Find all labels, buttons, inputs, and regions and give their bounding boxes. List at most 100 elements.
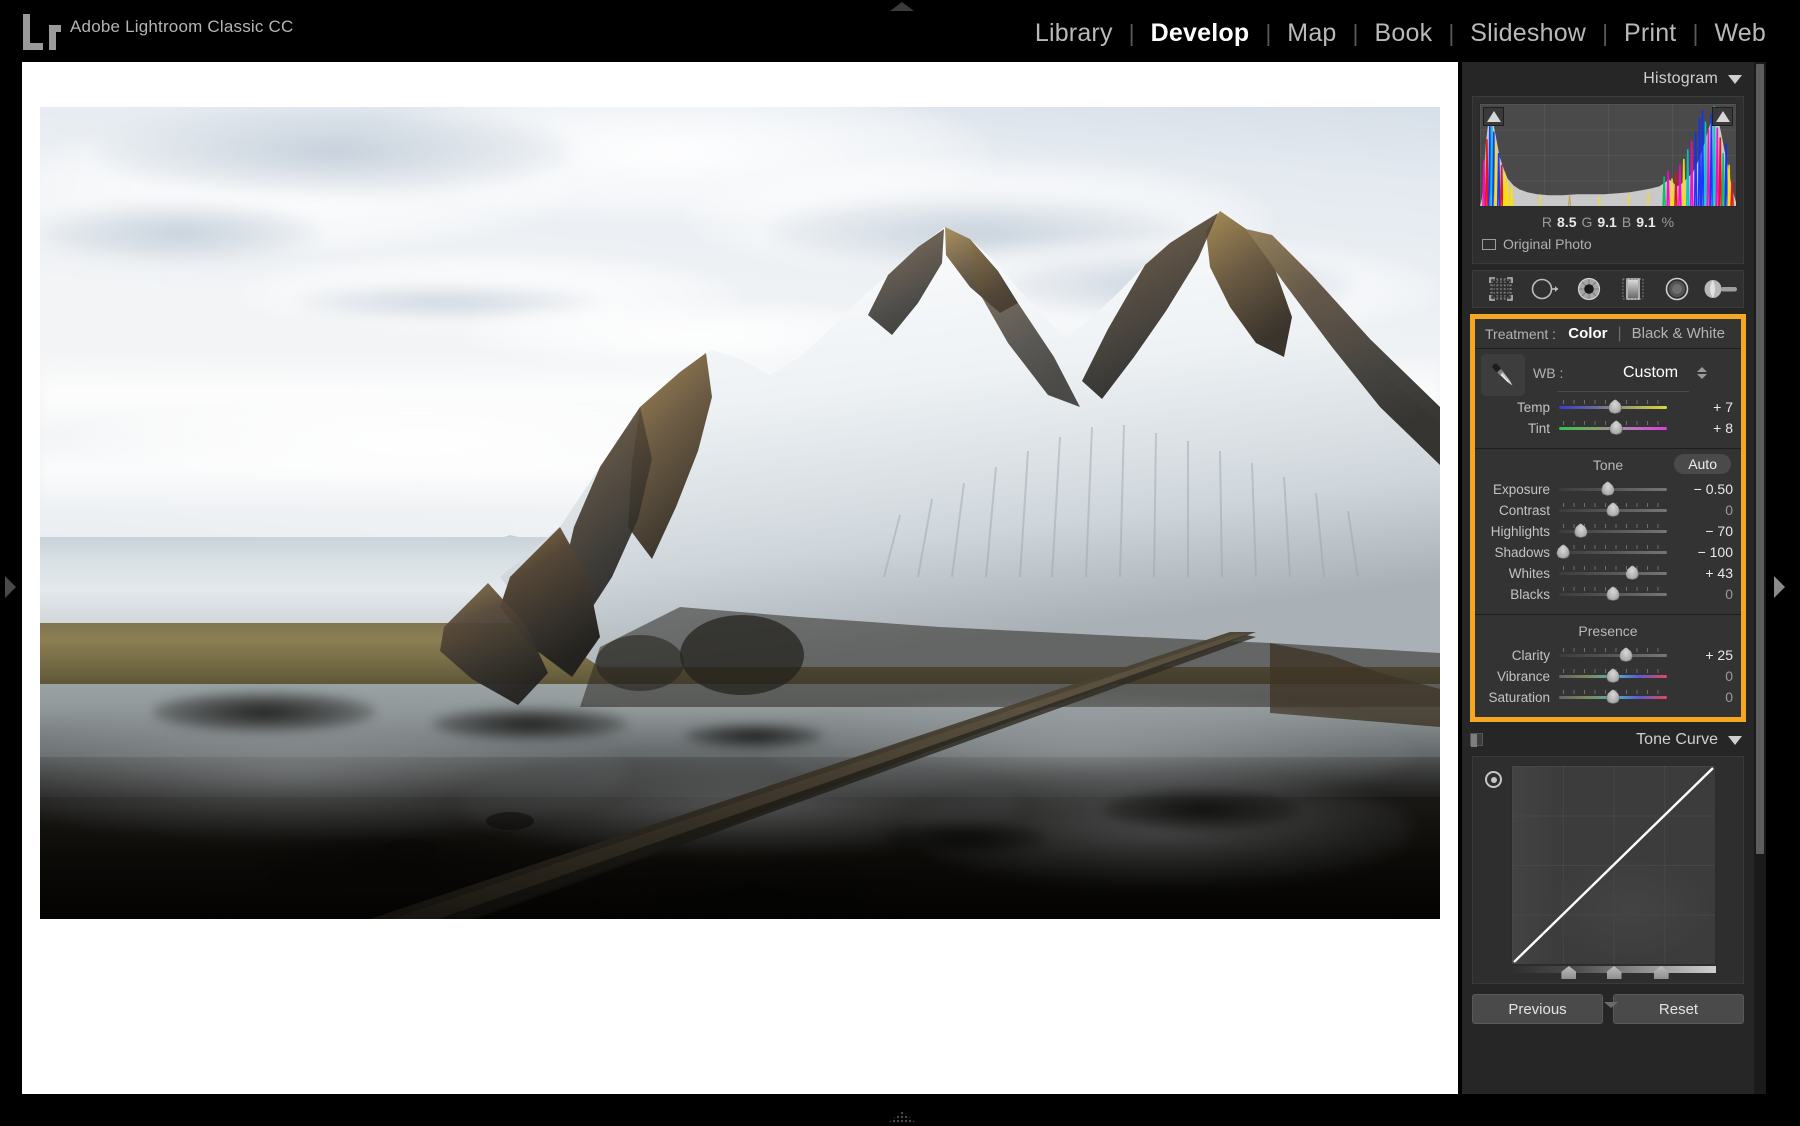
slider-track[interactable]	[1559, 648, 1667, 662]
content-frame	[22, 62, 1458, 1094]
white-balance-selector-icon[interactable]	[1481, 354, 1525, 396]
slider-track[interactable]	[1559, 503, 1667, 517]
slider-value[interactable]: + 43	[1671, 565, 1733, 581]
slider-label: Contrast	[1475, 503, 1559, 518]
wb-stepper-icon[interactable]	[1697, 367, 1707, 379]
slider-track[interactable]	[1559, 545, 1667, 559]
module-library[interactable]: Library	[1019, 21, 1129, 46]
shadow-clipping-triangle-icon[interactable]	[1483, 107, 1504, 126]
photo-viewport[interactable]	[40, 107, 1440, 919]
histogram-plot[interactable]	[1479, 103, 1737, 207]
slider-value[interactable]: 0	[1671, 689, 1733, 705]
module-develop[interactable]: Develop	[1135, 21, 1266, 46]
auto-tone-button[interactable]: Auto	[1674, 454, 1731, 474]
graduated-filter-tool[interactable]	[1611, 271, 1655, 307]
spot-removal-tool[interactable]	[1523, 271, 1567, 307]
slider-value[interactable]: + 7	[1671, 399, 1733, 415]
tone-curve-title: Tone Curve	[1636, 731, 1718, 749]
tone-curve-panel-header[interactable]: Tone Curve	[1462, 724, 1754, 756]
treatment-row: Treatment : Color|Black & White	[1475, 319, 1741, 349]
slider-track[interactable]	[1559, 400, 1667, 414]
slider-tint[interactable]: Tint + 8	[1475, 418, 1741, 438]
right-panel-scrollbar[interactable]	[1754, 62, 1766, 1094]
module-picker: Library|Develop|Map|Book|Slideshow|Print…	[1019, 21, 1782, 46]
slider-value[interactable]: 0	[1671, 668, 1733, 684]
tone-title: Tone	[1593, 457, 1623, 473]
highlight-clipping-triangle-icon[interactable]	[1712, 107, 1733, 126]
slider-value[interactable]: 0	[1671, 586, 1733, 602]
scrollbar-thumb[interactable]	[1756, 64, 1764, 854]
tone-title-row: Tone Auto	[1475, 456, 1741, 478]
chevron-down-icon[interactable]	[1728, 75, 1742, 84]
filmstrip-grip-icon[interactable]	[888, 1111, 916, 1123]
slider-contrast[interactable]: Contrast 0	[1475, 500, 1741, 520]
slider-whites[interactable]: Whites + 43	[1475, 563, 1741, 583]
slider-track[interactable]	[1559, 524, 1667, 538]
module-book[interactable]: Book	[1359, 21, 1449, 46]
module-web[interactable]: Web	[1698, 21, 1782, 46]
title-bar: Adobe Lightroom Classic CC Library|Devel…	[0, 0, 1800, 62]
tone-curve-switch-icon[interactable]	[1470, 733, 1483, 746]
previous-button[interactable]: Previous	[1472, 994, 1603, 1024]
collapse-top-panel-arrow-icon[interactable]	[890, 2, 914, 12]
slider-shadows[interactable]: Shadows− 100	[1475, 542, 1741, 562]
slider-knob[interactable]	[1601, 481, 1615, 496]
tone-curve-region-sliders[interactable]	[1511, 965, 1716, 979]
slider-value[interactable]: 0	[1671, 502, 1733, 518]
show-right-panel-arrow-icon[interactable]	[1774, 576, 1785, 598]
histogram-panel-header[interactable]: Histogram	[1462, 62, 1754, 96]
treatment-label: Treatment :	[1485, 326, 1556, 342]
slider-temp[interactable]: Temp+ 7	[1475, 397, 1741, 417]
slider-track[interactable]	[1559, 587, 1667, 601]
slider-label: Tint	[1475, 421, 1559, 436]
slider-rail	[1559, 572, 1667, 575]
slider-ticks	[1563, 648, 1663, 652]
slider-track[interactable]	[1559, 690, 1667, 704]
module-map[interactable]: Map	[1271, 21, 1352, 46]
rgb-r-label: R	[1542, 214, 1552, 230]
wb-value[interactable]: Custom	[1623, 364, 1678, 382]
radial-filter-tool[interactable]	[1655, 271, 1699, 307]
slider-value[interactable]: − 0.50	[1671, 481, 1733, 497]
chevron-down-icon[interactable]	[1728, 736, 1742, 745]
slider-blacks[interactable]: Blacks0	[1475, 584, 1741, 604]
crop-overlay-tool[interactable]	[1479, 271, 1523, 307]
slider-label: Vibrance	[1475, 669, 1559, 684]
red-eye-correction-tool[interactable]	[1567, 271, 1611, 307]
slider-track[interactable]	[1559, 482, 1667, 496]
slider-label: Saturation	[1475, 690, 1559, 705]
original-photo-row[interactable]: Original Photo	[1479, 233, 1737, 257]
show-left-panel-arrow-icon[interactable]	[5, 576, 16, 598]
slider-track[interactable]	[1559, 669, 1667, 683]
treatment-option-color[interactable]: Color	[1568, 325, 1607, 342]
slider-track[interactable]	[1559, 566, 1667, 580]
right-panel: Histogram	[1462, 62, 1754, 1094]
presence-section: Presence Clarity+ 25 Vibrance 0 Saturation 0	[1475, 615, 1741, 717]
slider-clarity[interactable]: Clarity+ 25	[1475, 645, 1741, 665]
slider-value[interactable]: + 8	[1671, 420, 1733, 436]
slider-label: Whites	[1475, 566, 1559, 581]
slider-track[interactable]	[1559, 421, 1667, 435]
tone-curve-graph[interactable]	[1511, 765, 1716, 965]
histogram-box: R 8.5 G 9.1 B 9.1 % Original Photo	[1472, 96, 1744, 264]
rgb-b-label: B	[1622, 214, 1631, 230]
module-print[interactable]: Print	[1608, 21, 1692, 46]
treatment-option-black-white[interactable]: Black & White	[1632, 325, 1725, 342]
reset-button[interactable]: Reset	[1613, 994, 1744, 1024]
rgb-unit: %	[1662, 214, 1674, 230]
slider-value[interactable]: + 25	[1671, 647, 1733, 663]
histogram-title: Histogram	[1643, 70, 1718, 88]
tone-curve-line	[1512, 766, 1715, 964]
app-title: Adobe Lightroom Classic CC	[70, 17, 293, 37]
slider-vibrance[interactable]: Vibrance 0	[1475, 666, 1741, 686]
original-photo-checkbox-icon[interactable]	[1482, 239, 1496, 250]
slider-saturation[interactable]: Saturation 0	[1475, 687, 1741, 707]
slider-highlights[interactable]: Highlights− 70	[1475, 521, 1741, 541]
slider-value[interactable]: − 70	[1671, 523, 1733, 539]
slider-exposure[interactable]: Exposure− 0.50	[1475, 479, 1741, 499]
targeted-adjustment-icon[interactable]	[1485, 771, 1502, 788]
adjustment-brush-tool[interactable]	[1699, 271, 1743, 307]
slider-value[interactable]: − 100	[1671, 544, 1733, 560]
presence-title: Presence	[1475, 622, 1741, 644]
module-slideshow[interactable]: Slideshow	[1454, 21, 1602, 46]
